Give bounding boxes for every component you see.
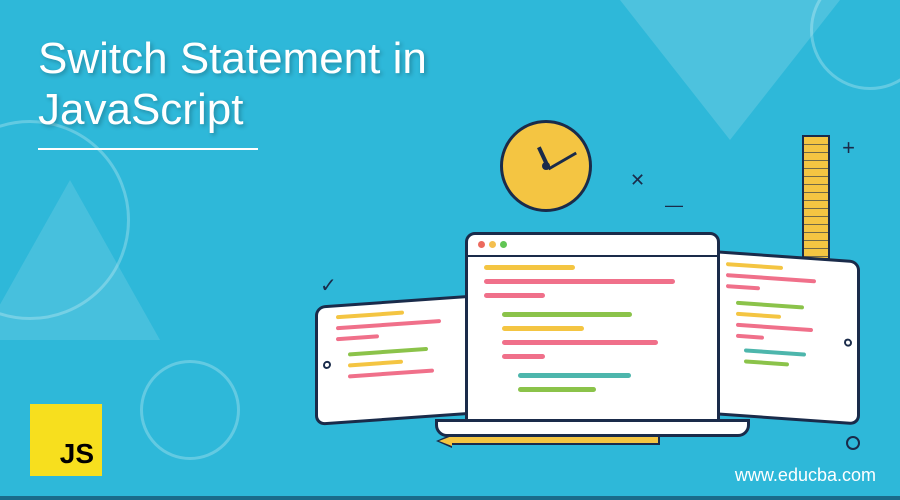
smartphone-device-left [315, 294, 480, 426]
bg-outline-circle [140, 360, 240, 460]
phone-screen [336, 307, 459, 414]
phone-screen [726, 262, 839, 413]
devices-illustration: ✕ — + ✕ ✓ [305, 125, 865, 465]
title-line-1: Switch Statement in [38, 34, 427, 83]
title-underline [38, 148, 258, 150]
x-mark-icon: ✕ [630, 170, 645, 191]
dash-icon: — [665, 195, 683, 216]
laptop-base [435, 419, 750, 437]
circle-outline-icon [846, 436, 860, 450]
bg-triangle [620, 0, 840, 140]
page-title: Switch Statement in JavaScript [38, 34, 427, 135]
laptop-screen [484, 265, 701, 412]
phone-home-button-icon [323, 361, 331, 370]
title-line-2: JavaScript [38, 85, 243, 134]
clock-icon [500, 120, 592, 212]
smartphone-device-right [705, 250, 860, 426]
footer-accent-bar [0, 496, 900, 500]
laptop-device [465, 232, 720, 427]
logo-text: JS [60, 438, 94, 470]
phone-home-button-icon [844, 338, 852, 347]
website-url: www.educba.com [735, 465, 876, 486]
plus-icon: + [842, 135, 855, 161]
check-icon: ✓ [320, 273, 337, 298]
ruler-icon [802, 135, 830, 260]
javascript-logo: JS [30, 404, 102, 476]
bg-triangle [0, 180, 160, 340]
window-controls-icon [478, 241, 507, 248]
